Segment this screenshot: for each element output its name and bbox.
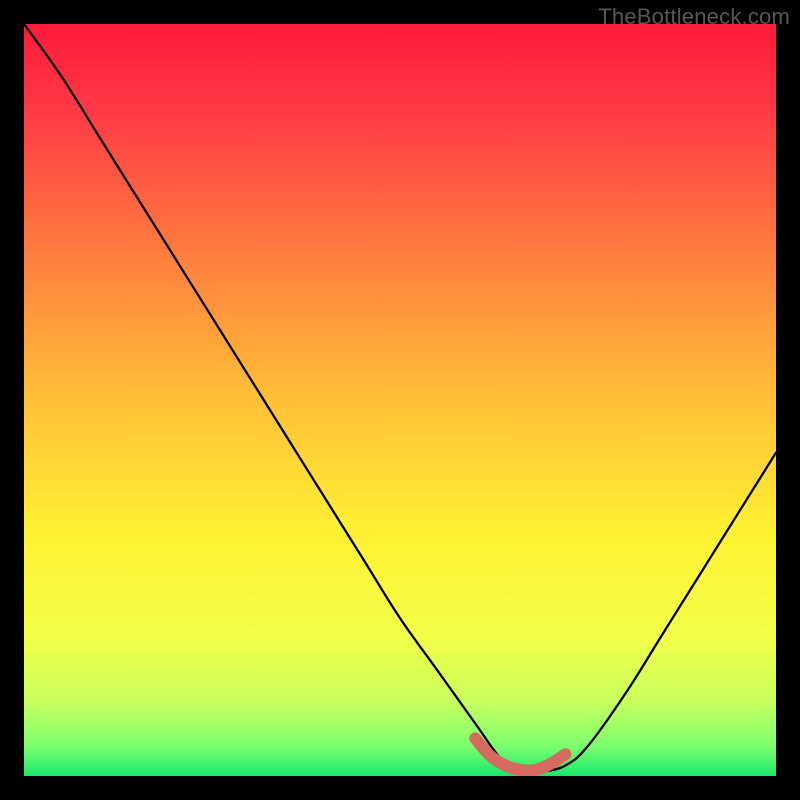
gradient-background	[24, 24, 776, 776]
plot-area	[24, 24, 776, 776]
watermark-text: TheBottleneck.com	[598, 4, 790, 30]
chart-frame: TheBottleneck.com	[0, 0, 800, 800]
bottleneck-chart	[24, 24, 776, 776]
